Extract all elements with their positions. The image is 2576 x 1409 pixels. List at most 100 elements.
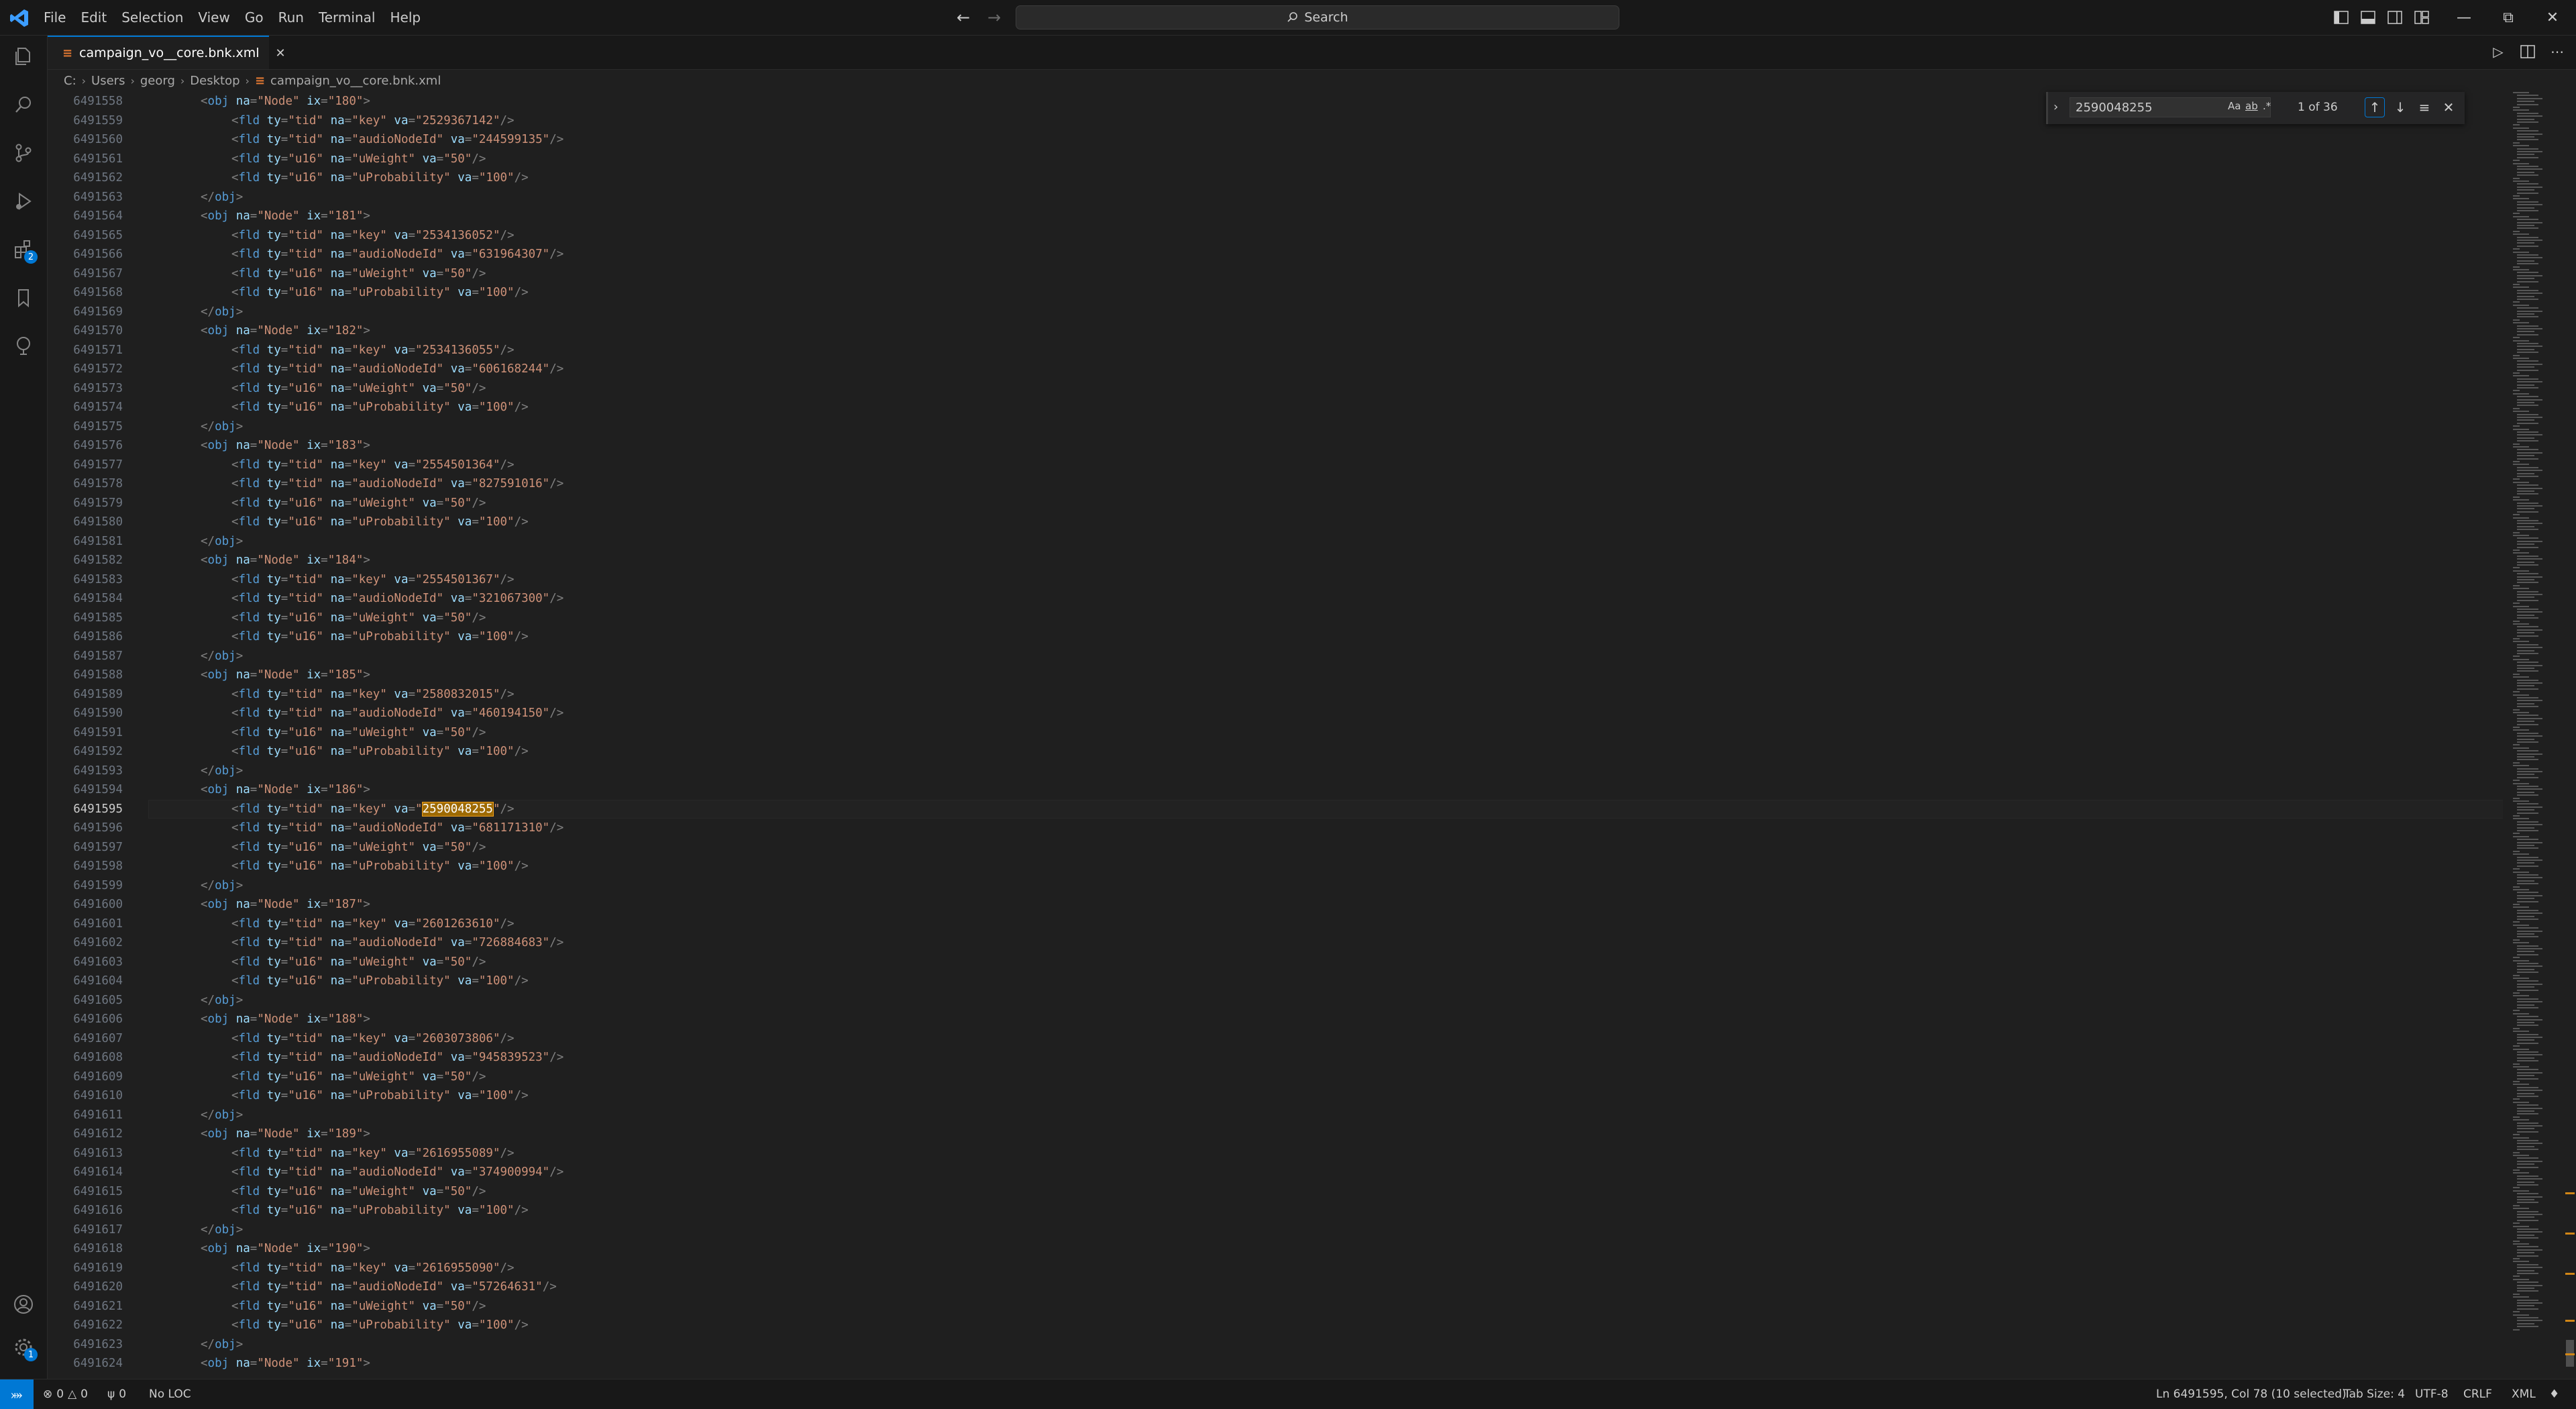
extensions-icon[interactable]: 2 [8, 234, 39, 265]
code-line[interactable]: 6491616 <fld ty="u16" na="uProbability" v… [48, 1201, 2503, 1220]
code-line[interactable]: 6491569 </obj> [48, 303, 2503, 322]
code-line[interactable]: 6491568 <fld ty="u16" na="uProbability" v… [48, 283, 2503, 303]
manage-gear-icon[interactable]: 1 [8, 1332, 39, 1363]
code-line[interactable]: 6491608 <fld ty="tid" na="audioNodeId" va… [48, 1048, 2503, 1067]
notifications-bell-icon[interactable]: ♦ [2549, 1379, 2559, 1409]
code-editor[interactable]: 6491558 <obj na="Node" ix="180"> 6491559 <f… [48, 92, 2503, 1379]
breadcrumb-georg[interactable]: georg [140, 74, 175, 88]
code-line[interactable]: 6491593 </obj> [48, 762, 2503, 781]
code-line[interactable]: 6491581 </obj> [48, 532, 2503, 552]
code-line[interactable]: 6491624 <obj na="Node" ix="191"> [48, 1354, 2503, 1373]
code-line[interactable]: 6491585 <fld ty="u16" na="uWeight" va="50… [48, 609, 2503, 628]
code-line[interactable]: 6491575 </obj> [48, 417, 2503, 437]
code-line[interactable]: 6491621 <fld ty="u16" na="uWeight" va="50… [48, 1297, 2503, 1316]
code-line[interactable]: 6491614 <fld ty="tid" na="audioNodeId" va… [48, 1163, 2503, 1182]
code-line[interactable]: 6491582 <obj na="Node" ix="184"> [48, 551, 2503, 570]
code-line[interactable]: 6491613 <fld ty="tid" na="key" va="261695… [48, 1144, 2503, 1163]
breadcrumb-users[interactable]: Users [91, 74, 125, 88]
breadcrumb-drive[interactable]: C: [64, 74, 76, 88]
code-line[interactable]: 6491584 <fld ty="tid" na="audioNodeId" va… [48, 589, 2503, 609]
more-actions-icon[interactable]: ⋯ [2548, 42, 2567, 61]
menu-help[interactable]: Help [382, 5, 428, 30]
line-endings[interactable]: CRLF [2463, 1379, 2492, 1409]
breadcrumb-file[interactable]: campaign_vo__core.bnk.xml [270, 74, 441, 88]
code-line[interactable]: 6491562 <fld ty="u16" na="uProbability" v… [48, 168, 2503, 188]
code-line[interactable]: 6491595 <fld ty="tid" na="key" va="259004… [48, 799, 2503, 819]
code-line[interactable]: 6491573 <fld ty="u16" na="uWeight" va="50… [48, 379, 2503, 399]
code-line[interactable]: 6491607 <fld ty="tid" na="key" va="260307… [48, 1029, 2503, 1049]
code-line[interactable]: 6491612 <obj na="Node" ix="189"> [48, 1125, 2503, 1144]
code-line[interactable]: 6491588 <obj na="Node" ix="185"> [48, 666, 2503, 685]
run-debug-icon[interactable] [8, 186, 39, 217]
minimap[interactable] [2508, 92, 2561, 1379]
menu-run[interactable]: Run [271, 5, 311, 30]
breadcrumb-desktop[interactable]: Desktop [190, 74, 239, 88]
run-icon[interactable]: ▷ [2489, 42, 2508, 61]
use-regex-toggle[interactable]: .* [2263, 100, 2271, 112]
toggle-secondary-sidebar-icon[interactable] [2385, 8, 2404, 27]
search-view-icon[interactable] [8, 89, 39, 120]
code-line[interactable]: 6491566 <fld ty="tid" na="audioNodeId" va… [48, 245, 2503, 264]
tab-size[interactable]: Tab Size: 4 [2344, 1379, 2405, 1409]
code-line[interactable]: 6491574 <fld ty="u16" na="uProbability" v… [48, 398, 2503, 417]
code-line[interactable]: 6491579 <fld ty="u16" na="uWeight" va="50… [48, 494, 2503, 513]
language-mode[interactable]: XML [2512, 1379, 2536, 1409]
code-line[interactable]: 6491594 <obj na="Node" ix="186"> [48, 780, 2503, 800]
menu-edit[interactable]: Edit [73, 5, 114, 30]
ports-indicator[interactable]: ψ 0 [107, 1379, 126, 1409]
code-line[interactable]: 6491570 <obj na="Node" ix="182"> [48, 321, 2503, 341]
code-line[interactable]: 6491598 <fld ty="u16" na="uProbability" v… [48, 857, 2503, 876]
code-line[interactable]: 6491610 <fld ty="u16" na="uProbability" v… [48, 1086, 2503, 1106]
match-whole-word-toggle[interactable]: ab [2245, 100, 2258, 112]
code-line[interactable]: 6491561 <fld ty="u16" na="uWeight" va="50… [48, 150, 2503, 169]
restore-icon[interactable]: ⧉ [2486, 0, 2530, 35]
toggle-replace-chevron-icon[interactable]: › [2053, 100, 2058, 114]
menu-terminal[interactable]: Terminal [311, 5, 383, 30]
vscode-logo-icon[interactable] [9, 8, 30, 28]
match-case-toggle[interactable]: Aa [2228, 100, 2241, 112]
menu-selection[interactable]: Selection [114, 5, 191, 30]
code-line[interactable]: 6491567 <fld ty="u16" na="uWeight" va="50… [48, 264, 2503, 284]
menu-go[interactable]: Go [237, 5, 271, 30]
code-line[interactable]: 6491604 <fld ty="u16" na="uProbability" v… [48, 972, 2503, 991]
code-line[interactable]: 6491615 <fld ty="u16" na="uWeight" va="50… [48, 1182, 2503, 1202]
code-line[interactable]: 6491590 <fld ty="tid" na="audioNodeId" va… [48, 704, 2503, 723]
remote-explorer-icon[interactable] [8, 331, 39, 362]
minimize-icon[interactable]: — [2442, 0, 2486, 35]
code-line[interactable]: 6491592 <fld ty="u16" na="uProbability" v… [48, 742, 2503, 762]
code-line[interactable]: 6491622 <fld ty="u16" na="uProbability" v… [48, 1316, 2503, 1335]
vertical-scrollbar[interactable] [2564, 92, 2576, 1379]
tab-close-icon[interactable]: ✕ [276, 46, 286, 60]
code-line[interactable]: 6491609 <fld ty="u16" na="uWeight" va="50… [48, 1067, 2503, 1087]
find-in-selection-icon[interactable]: ≡ [2414, 97, 2434, 117]
loc-indicator[interactable]: No LOC [149, 1379, 191, 1409]
code-line[interactable]: 6491599 </obj> [48, 876, 2503, 896]
code-line[interactable]: 6491617 </obj> [48, 1220, 2503, 1240]
code-line[interactable]: 6491611 </obj> [48, 1106, 2503, 1125]
toggle-panel-icon[interactable] [2359, 8, 2377, 27]
code-line[interactable]: 6491601 <fld ty="tid" na="key" va="260126… [48, 915, 2503, 934]
toggle-primary-sidebar-icon[interactable] [2332, 8, 2351, 27]
code-line[interactable]: 6491572 <fld ty="tid" na="audioNodeId" va… [48, 360, 2503, 379]
close-find-icon[interactable]: ✕ [2438, 97, 2459, 117]
tab-campaign-vo-core[interactable]: ≡ campaign_vo__core.bnk.xml ✕ [48, 36, 286, 69]
bookmarks-icon[interactable] [8, 282, 39, 313]
close-window-icon[interactable]: ✕ [2530, 0, 2575, 35]
customize-layout-icon[interactable] [2412, 8, 2431, 27]
remote-indicator-icon[interactable]: ⤗ [0, 1379, 34, 1409]
code-line[interactable]: 6491606 <obj na="Node" ix="188"> [48, 1010, 2503, 1029]
code-line[interactable]: 6491605 </obj> [48, 991, 2503, 1010]
code-line[interactable]: 6491597 <fld ty="u16" na="uWeight" va="50… [48, 838, 2503, 857]
code-line[interactable]: 6491563 </obj> [48, 188, 2503, 207]
code-line[interactable]: 6491600 <obj na="Node" ix="187"> [48, 895, 2503, 915]
back-arrow-icon[interactable]: ← [953, 7, 974, 28]
problems-indicator[interactable]: ⊗ 0 △ 0 [43, 1379, 88, 1409]
code-line[interactable]: 6491603 <fld ty="u16" na="uWeight" va="50… [48, 953, 2503, 972]
code-line[interactable]: 6491587 </obj> [48, 647, 2503, 666]
code-line[interactable]: 6491577 <fld ty="tid" na="key" va="255450… [48, 456, 2503, 475]
code-line[interactable]: 6491619 <fld ty="tid" na="key" va="261695… [48, 1259, 2503, 1278]
code-line[interactable]: 6491560 <fld ty="tid" na="audioNodeId" va… [48, 130, 2503, 150]
code-line[interactable]: 6491589 <fld ty="tid" na="key" va="258083… [48, 685, 2503, 704]
code-line[interactable]: 6491578 <fld ty="tid" na="audioNodeId" va… [48, 474, 2503, 494]
code-line[interactable]: 6491591 <fld ty="u16" na="uWeight" va="50… [48, 723, 2503, 743]
